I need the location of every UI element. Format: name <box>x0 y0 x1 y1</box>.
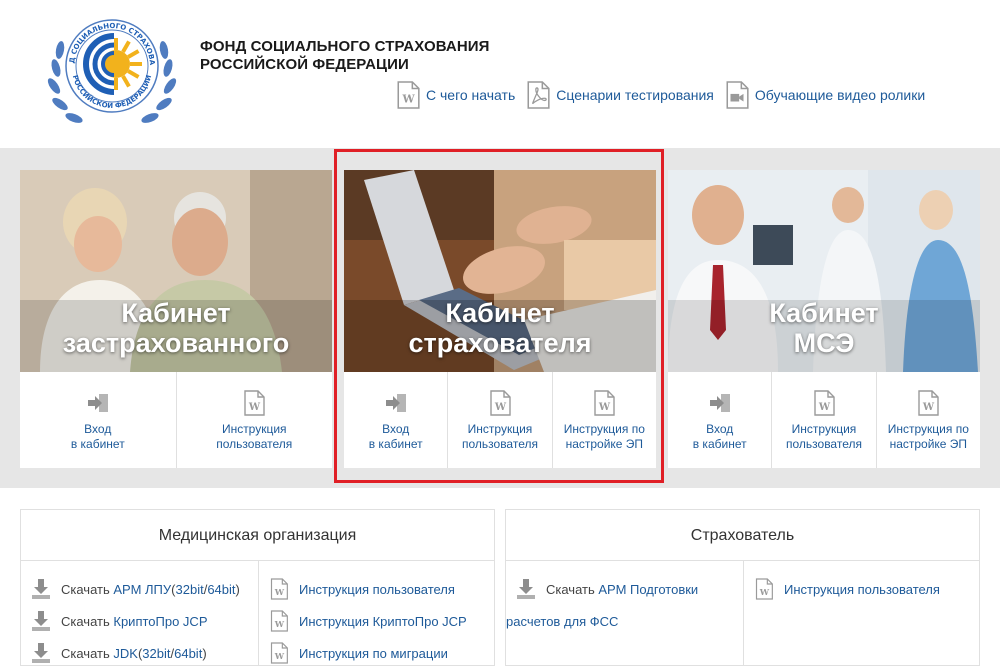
card-mse-cabinet: Кабинет МСЭ Вход в кабинет Инструкция по… <box>668 170 980 468</box>
login-arrow-icon <box>86 390 110 416</box>
medical-user-guide-row[interactable]: Инструкция пользователя <box>269 573 494 605</box>
insured-title-line1: Кабинет <box>121 298 231 328</box>
insured-card-title: Кабинет застрахованного <box>20 298 332 358</box>
download-icon <box>516 578 536 600</box>
insurer-panel-user-guide-link[interactable]: Инструкция пользователя <box>784 582 940 597</box>
medical-panel-title: Медицинская организация <box>21 510 494 561</box>
medical-downloads-column: Скачать АРМ ЛПУ (32bit / 64bit) Скачать … <box>21 561 258 666</box>
word-doc-icon <box>812 390 836 416</box>
download-icon <box>31 610 51 632</box>
word-doc-icon <box>488 390 512 416</box>
login-arrow-icon <box>384 390 408 416</box>
jdk-64bit-link[interactable]: 64bit <box>174 646 202 661</box>
download-arm-lpu-row: Скачать АРМ ЛПУ (32bit / 64bit) <box>31 573 258 605</box>
insurer-downloads-column: Скачать АРМ Подготовки расчетов для ФСС <box>506 561 743 666</box>
medical-migration-guide-link[interactable]: Инструкция по миграции <box>299 646 448 661</box>
insurer-actions: Вход в кабинет Инструкция пользователя И… <box>344 372 656 468</box>
medical-docs-column: Инструкция пользователя Инструкция Крипт… <box>258 561 494 666</box>
fss-emblem-logo[interactable]: ФОНД СОЦИАЛЬНОГО СТРАХОВАНИЯ РОССИЙСКОЙ … <box>42 8 182 132</box>
card-insurer-cabinet: Кабинет страхователя Вход в кабинет Инст… <box>344 170 656 468</box>
org-name-line1: ФОНД СОЦИАЛЬНОГО СТРАХОВАНИЯ <box>200 38 490 55</box>
insurer-title-line2: страхователя <box>408 328 592 358</box>
insurer-panel-title: Страхователь <box>506 510 979 561</box>
mse-title-line2: МСЭ <box>793 328 855 358</box>
mse-login-button[interactable]: Вход в кабинет <box>668 372 773 468</box>
card-insured-cabinet: Кабинет застрахованного Вход в кабинет И… <box>20 170 332 468</box>
download-jdk-row: Скачать JDK (32bit / 64bit) <box>31 637 258 666</box>
mse-actions: Вход в кабинет Инструкция пользователя И… <box>668 372 980 468</box>
download-icon <box>31 642 51 664</box>
video-icon <box>724 80 750 110</box>
insured-title-line2: застрахованного <box>62 328 290 358</box>
insured-login-label: Вход в кабинет <box>70 422 125 451</box>
insurer-user-guide-button[interactable]: Инструкция пользователя <box>448 372 553 468</box>
download-arm-fss-row-continued: расчетов для ФСС <box>506 605 743 637</box>
insurer-panel: Страхователь Скачать АРМ Подготовки расч… <box>505 509 980 666</box>
word-doc-icon <box>269 610 289 632</box>
getting-started-label: С чего начать <box>426 87 516 103</box>
mse-user-guide-label: Инструкция пользователя <box>785 422 862 451</box>
cryptopro-jcp-link[interactable]: КриптоПро JCP <box>113 614 207 629</box>
mse-user-guide-button[interactable]: Инструкция пользователя <box>772 372 877 468</box>
arm-lpu-link[interactable]: АРМ ЛПУ <box>113 582 171 597</box>
arm-fss-link-line1[interactable]: АРМ Подготовки <box>598 582 698 597</box>
getting-started-link[interactable]: С чего начать <box>395 80 515 110</box>
medical-organization-panel: Медицинская организация Скачать АРМ ЛПУ … <box>20 509 495 666</box>
jdk-link[interactable]: JDK <box>113 646 138 661</box>
arm-fss-link-line2[interactable]: расчетов для ФСС <box>506 614 618 629</box>
word-doc-icon <box>269 578 289 600</box>
test-scenarios-label: Сценарии тестирования <box>556 87 714 103</box>
top-links: С чего начать Сценарии тестирования Обуч… <box>395 80 935 110</box>
training-videos-link[interactable]: Обучающие видео ролики <box>724 80 925 110</box>
word-doc-icon <box>754 578 774 600</box>
insurer-docs-column: Инструкция пользователя <box>743 561 979 666</box>
medical-migration-guide-row[interactable]: Инструкция по миграции <box>269 637 494 666</box>
insurer-ep-setup-guide-button[interactable]: Инструкция по настройке ЭП <box>553 372 656 468</box>
jdk-32bit-link[interactable]: 32bit <box>142 646 170 661</box>
mse-card-title: Кабинет МСЭ <box>668 298 980 358</box>
training-videos-label: Обучающие видео ролики <box>754 87 926 103</box>
download-icon <box>31 578 51 600</box>
insurer-user-guide-label: Инструкция пользователя <box>461 422 538 451</box>
pdf-doc-icon <box>525 80 551 110</box>
word-doc-icon <box>916 390 940 416</box>
insured-actions: Вход в кабинет Инструкция пользователя <box>20 372 332 468</box>
arm-lpu-32bit-link[interactable]: 32bit <box>176 582 204 597</box>
site-header: ФОНД СОЦИАЛЬНОГО СТРАХОВАНИЯ РОССИЙСКОЙ … <box>0 0 1000 148</box>
download-cryptopro-row: Скачать КриптоПро JCP <box>31 605 258 637</box>
word-doc-icon <box>269 642 289 664</box>
word-doc-icon <box>395 80 421 110</box>
login-arrow-icon <box>708 390 732 416</box>
insured-user-guide-label: Инструкция пользователя <box>216 422 293 451</box>
arm-lpu-64bit-link[interactable]: 64bit <box>207 582 235 597</box>
mse-ep-setup-guide-label: Инструкция по настройке ЭП <box>887 422 969 451</box>
mse-login-label: Вход в кабинет <box>692 422 747 451</box>
word-doc-icon <box>592 390 616 416</box>
word-doc-icon <box>242 390 266 416</box>
medical-cryptopro-guide-link[interactable]: Инструкция КриптоПро JCP <box>299 614 467 629</box>
org-name-line2: РОССИЙСКОЙ ФЕДЕРАЦИИ <box>200 56 409 73</box>
medical-cryptopro-guide-row[interactable]: Инструкция КриптоПро JCP <box>269 605 494 637</box>
mse-ep-setup-guide-button[interactable]: Инструкция по настройке ЭП <box>877 372 980 468</box>
organization-name: ФОНД СОЦИАЛЬНОГО СТРАХОВАНИЯ РОССИЙСКОЙ … <box>200 38 490 74</box>
insurer-card-title: Кабинет страхователя <box>344 298 656 358</box>
mse-title-line1: Кабинет <box>769 298 879 328</box>
insurer-user-guide-row[interactable]: Инструкция пользователя <box>754 573 979 605</box>
insured-user-guide-button[interactable]: Инструкция пользователя <box>177 372 333 468</box>
insurer-login-button[interactable]: Вход в кабинет <box>344 372 449 468</box>
test-scenarios-link[interactable]: Сценарии тестирования <box>525 80 714 110</box>
download-arm-fss-row: Скачать АРМ Подготовки <box>516 573 743 605</box>
insurer-title-line1: Кабинет <box>445 298 555 328</box>
medical-user-guide-link[interactable]: Инструкция пользователя <box>299 582 455 597</box>
insurer-ep-setup-guide-label: Инструкция по настройке ЭП <box>563 422 645 451</box>
insurer-login-label: Вход в кабинет <box>368 422 423 451</box>
insured-login-button[interactable]: Вход в кабинет <box>20 372 177 468</box>
